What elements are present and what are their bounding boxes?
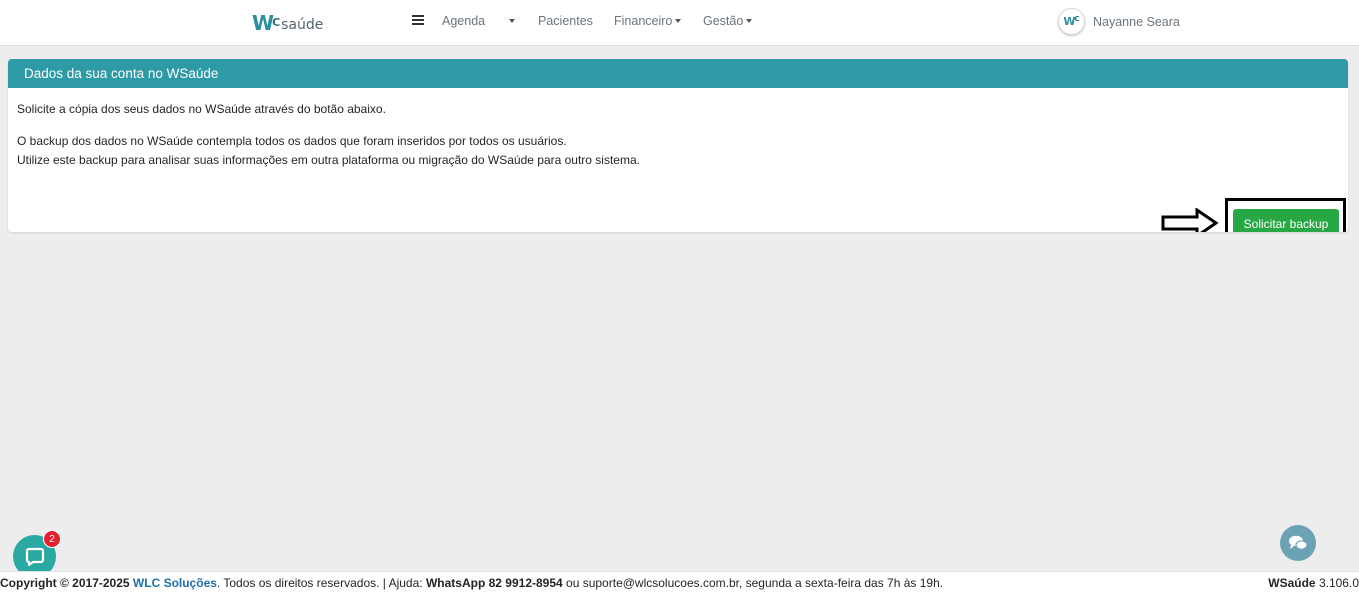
card-title: Dados da sua conta no WSaúde [8, 59, 1348, 88]
user-name: Nayanne Seara [1093, 14, 1180, 29]
nav-financeiro[interactable]: Financeiro [614, 14, 682, 28]
footer-version: WSaúde 3.106.0 [1268, 576, 1359, 590]
intro-text: Solicite a cópia dos seus dados no WSaúd… [17, 102, 386, 116]
chevron-down-icon [746, 19, 753, 23]
avatar: WC [1058, 8, 1085, 35]
agenda-dropdown-caret-icon[interactable] [509, 19, 515, 23]
footer: Copyright © 2017-2025 WLC Soluções. Todo… [0, 571, 1359, 592]
request-backup-button[interactable]: Solicitar backup [1233, 209, 1339, 232]
backup-scope-text: O backup dos dados no WSaúde contempla t… [17, 134, 567, 148]
logo-text: saúde [281, 17, 324, 33]
top-navbar: WC saúde Agenda Pacientes Financeiro Ges… [0, 0, 1359, 46]
nav-agenda[interactable]: Agenda [442, 14, 485, 28]
wsaude-logo[interactable]: WC saúde [252, 9, 323, 33]
support-info: ou suporte@wlcsolucoes.com.br, segunda a… [566, 576, 944, 590]
chat-fab-button[interactable] [1280, 525, 1316, 561]
user-menu[interactable]: WC Nayanne Seara [1058, 8, 1180, 35]
logo-mark: WC [252, 11, 281, 35]
backup-usage-text: Utilize este backup para analisar suas i… [17, 153, 640, 167]
arrow-right-icon [1161, 208, 1219, 232]
unread-badge: 2 [43, 530, 61, 548]
chevron-down-icon [675, 19, 682, 23]
whatsapp-contact: WhatsApp 82 9912-8954 [425, 576, 563, 590]
nav-pacientes[interactable]: Pacientes [538, 14, 593, 28]
footer-copyright: Copyright © 2017-2025 WLC Soluções. Todo… [0, 576, 944, 590]
chat-bubble-icon [25, 547, 44, 566]
menu-toggle-icon[interactable] [412, 15, 424, 25]
chat-icon [1289, 535, 1308, 550]
account-data-card: Dados da sua conta no WSaúde Solicite a … [8, 59, 1348, 232]
company-link[interactable]: WLC Soluções [133, 576, 217, 590]
card-body: Solicite a cópia dos seus dados no WSaúd… [8, 88, 1348, 232]
nav-gestao[interactable]: Gestão [703, 14, 753, 28]
